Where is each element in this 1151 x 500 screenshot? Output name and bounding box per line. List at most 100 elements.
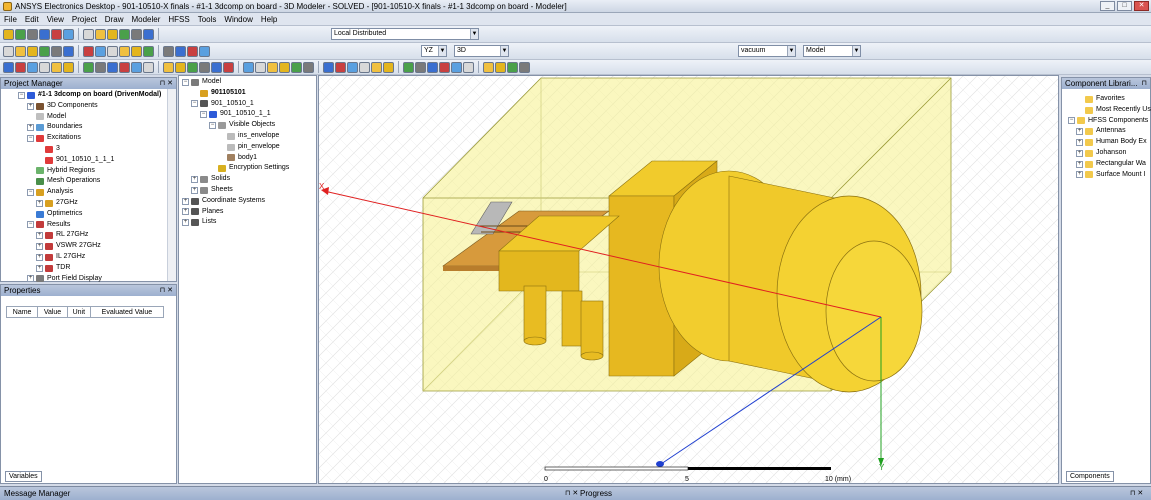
toolbar-button[interactable] (483, 61, 494, 73)
toolbar-button[interactable] (199, 45, 210, 57)
expand-icon[interactable]: + (36, 264, 43, 272)
toolbar-button[interactable] (63, 61, 74, 73)
toolbar-button[interactable] (119, 45, 130, 57)
toolbar-button[interactable] (495, 61, 506, 73)
toolbar-button[interactable] (143, 45, 154, 57)
view-mode-select[interactable]: 3D ▼ (454, 45, 509, 57)
expand-icon[interactable]: + (36, 243, 43, 251)
toolbar-button[interactable] (267, 61, 278, 73)
col-evaluated-value[interactable]: Evaluated Value (89, 306, 165, 318)
toolbar-button[interactable] (27, 28, 38, 40)
toolbar-button[interactable] (63, 28, 74, 40)
tree-item[interactable]: Hybrid Regions (9, 166, 161, 177)
toolbar-button[interactable] (303, 61, 314, 73)
tree-item[interactable]: Favorites (1068, 94, 1151, 105)
toolbar-button[interactable] (187, 61, 198, 73)
tree-item[interactable]: − 901_10510_1 (182, 99, 289, 110)
toolbar-button[interactable] (415, 61, 426, 73)
toolbar-button[interactable] (3, 61, 14, 73)
toolbar-button[interactable] (347, 61, 358, 73)
toolbar-button[interactable] (15, 45, 26, 57)
message-manager-tab[interactable]: Message Manager (4, 487, 70, 500)
collapse-icon[interactable]: − (191, 100, 198, 108)
toolbar-button[interactable] (175, 45, 186, 57)
minimize-button[interactable]: _ (1100, 1, 1115, 11)
tree-item[interactable]: Model (9, 112, 161, 123)
toolbar-button[interactable] (383, 61, 394, 73)
panel-pin-close-icon[interactable]: ⊓ ✕ (160, 78, 173, 89)
toolbar-button[interactable] (83, 45, 94, 57)
expand-icon[interactable]: + (1076, 171, 1083, 179)
toolbar-button[interactable] (243, 61, 254, 73)
project-tree-scrollbar[interactable] (167, 89, 176, 281)
expand-icon[interactable]: + (1076, 160, 1083, 168)
toolbar-button[interactable] (39, 61, 50, 73)
pin-icon[interactable]: ⊓ ✕ (565, 487, 578, 500)
tree-item[interactable]: Most Recently Used (1068, 105, 1151, 116)
toolbar-button[interactable] (95, 28, 106, 40)
expand-icon[interactable]: + (27, 275, 34, 283)
toolbar-button[interactable] (335, 61, 346, 73)
tree-item[interactable]: + Solids (182, 174, 289, 185)
expand-icon[interactable]: + (1076, 139, 1083, 147)
toolbar-button[interactable] (507, 61, 518, 73)
tree-item[interactable]: + Sheets (182, 185, 289, 196)
material-select[interactable]: vacuum ▼ (738, 45, 796, 57)
tree-item[interactable]: Optimetrics (9, 209, 161, 220)
modeler-viewport[interactable]: X Y 0 5 10 (mm) (318, 75, 1059, 484)
menu-tools[interactable]: Tools (194, 15, 221, 24)
expand-icon[interactable]: + (182, 197, 189, 205)
expand-icon[interactable]: + (182, 208, 189, 216)
tree-item[interactable]: − Visible Objects (182, 120, 289, 131)
toolbar-button[interactable] (83, 28, 94, 40)
menu-hfss[interactable]: HFSS (164, 15, 193, 24)
tree-item[interactable]: + Johanson (1068, 148, 1151, 159)
tree-item[interactable]: − HFSS Components (1068, 116, 1151, 127)
collapse-icon[interactable]: − (18, 91, 25, 99)
toolbar-button[interactable] (143, 28, 154, 40)
toolbar-button[interactable] (371, 61, 382, 73)
toolbar-button[interactable] (3, 45, 14, 57)
expand-icon[interactable]: + (36, 253, 43, 261)
toolbar-button[interactable] (63, 45, 74, 57)
tree-item[interactable]: + IL 27GHz (9, 252, 161, 263)
toolbar-button[interactable] (255, 61, 266, 73)
tree-item[interactable]: 901_10510_1_1_1 (9, 155, 161, 166)
expand-icon[interactable]: + (36, 199, 43, 207)
toolbar-button[interactable] (163, 45, 174, 57)
toolbar-button[interactable] (95, 45, 106, 57)
toolbar-button[interactable] (39, 45, 50, 57)
tree-item[interactable]: body1 (182, 153, 289, 164)
toolbar-button[interactable] (143, 61, 154, 73)
toolbar-button[interactable] (131, 45, 142, 57)
tree-item[interactable]: + Coordinate Systems (182, 196, 289, 207)
expand-icon[interactable]: + (36, 232, 43, 240)
toolbar-button[interactable] (51, 28, 62, 40)
menu-view[interactable]: View (43, 15, 68, 24)
model-type-select[interactable]: Model ▼ (803, 45, 861, 57)
toolbar-button[interactable] (39, 28, 50, 40)
toolbar-button[interactable] (451, 61, 462, 73)
toolbar-button[interactable] (463, 61, 474, 73)
menu-edit[interactable]: Edit (21, 15, 43, 24)
toolbar-button[interactable] (163, 61, 174, 73)
collapse-icon[interactable]: − (1068, 117, 1075, 125)
tree-item[interactable]: ins_envelope (182, 131, 289, 142)
menu-file[interactable]: File (0, 15, 21, 24)
tree-item[interactable]: + Boundaries (9, 122, 161, 133)
toolbar-button[interactable] (95, 61, 106, 73)
tree-item[interactable]: +27GHz (9, 198, 161, 209)
toolbar-button[interactable] (51, 45, 62, 57)
expand-icon[interactable]: + (27, 102, 34, 110)
tree-item[interactable]: 901105101 (182, 88, 289, 99)
pin-icon[interactable]: ⊓ ✕ (1130, 487, 1143, 500)
maximize-button[interactable]: □ (1117, 1, 1132, 11)
toolbar-button[interactable] (131, 61, 142, 73)
analysis-setup-select[interactable]: Local Distributed ▼ (331, 28, 479, 40)
tree-item[interactable]: − #1-1 3dcomp on board (DrivenModal) (9, 90, 161, 101)
menu-project[interactable]: Project (68, 15, 101, 24)
tree-item[interactable]: + VSWR 27GHz (9, 241, 161, 252)
tree-item[interactable]: + Lists (182, 217, 289, 228)
toolbar-button[interactable] (359, 61, 370, 73)
expand-icon[interactable]: + (182, 219, 189, 227)
